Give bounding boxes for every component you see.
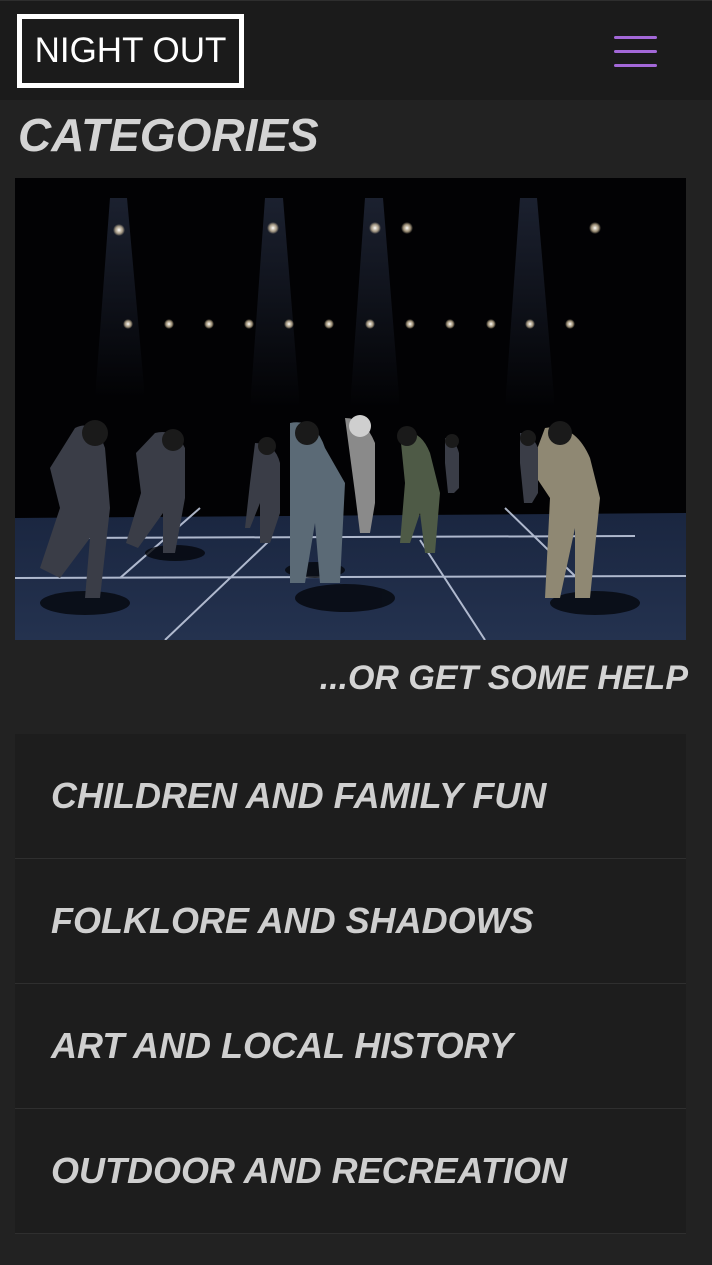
hero-image — [15, 178, 686, 640]
hamburger-menu-button[interactable] — [606, 29, 666, 73]
category-folklore-and-shadows[interactable]: FOLKLORE AND SHADOWS — [15, 859, 686, 984]
site-logo[interactable]: NIGHT OUT — [17, 14, 244, 88]
hamburger-line — [614, 64, 657, 67]
category-art-and-local-history[interactable]: ART AND LOCAL HISTORY — [15, 984, 686, 1109]
category-label: FOLKLORE AND SHADOWS — [51, 900, 534, 941]
top-navigation-bar: NIGHT OUT — [0, 0, 712, 100]
category-label: ART AND LOCAL HISTORY — [51, 1025, 514, 1066]
logo-text: NIGHT OUT — [34, 31, 227, 70]
page-title: CATEGORIES — [18, 109, 319, 161]
dancers-on-stage-photo — [15, 178, 686, 640]
category-children-and-family-fun[interactable]: CHILDREN AND FAMILY FUN — [15, 734, 686, 859]
category-label: OUTDOOR AND RECREATION — [51, 1150, 567, 1191]
category-list: CHILDREN AND FAMILY FUN FOLKLORE AND SHA… — [15, 734, 686, 1234]
category-label: CHILDREN AND FAMILY FUN — [51, 775, 547, 816]
hamburger-line — [614, 50, 657, 53]
hamburger-menu-icon — [614, 36, 657, 39]
category-outdoor-and-recreation[interactable]: OUTDOOR AND RECREATION — [15, 1109, 686, 1234]
get-help-link[interactable]: ...OR GET SOME HELP — [320, 656, 688, 700]
